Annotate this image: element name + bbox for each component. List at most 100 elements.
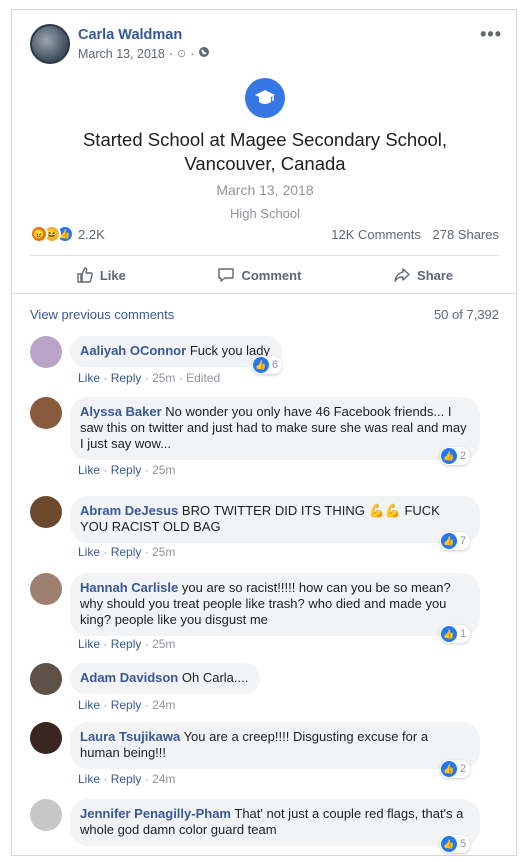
avatar[interactable]	[30, 799, 62, 831]
comment-time[interactable]: 25m	[152, 463, 175, 477]
comment-like-badge[interactable]: 👍 7	[440, 532, 471, 550]
comment-author[interactable]: Jennifer Penagilly-Pham	[80, 806, 231, 821]
comment-like-link[interactable]: Like	[78, 371, 100, 385]
like-reaction-icon: 👍	[441, 836, 457, 852]
avatar[interactable]	[30, 722, 62, 754]
separator: ·	[144, 772, 149, 786]
comment-like-badge[interactable]: 👍 6	[252, 356, 283, 374]
separator: ·	[144, 545, 149, 559]
avatar[interactable]	[30, 496, 62, 528]
comment-reply-link[interactable]: Reply	[111, 772, 142, 786]
separator: ·	[144, 463, 149, 477]
comment-reply-link[interactable]: Reply	[111, 698, 142, 712]
comment-reply-link[interactable]: Reply	[111, 463, 142, 477]
comment-author[interactable]: Laura Tsujikawa	[80, 729, 180, 744]
like-reaction-icon: 👍	[441, 533, 457, 549]
comment-time[interactable]: 24m	[152, 772, 175, 786]
meta-separator: ·	[168, 46, 174, 61]
avatar[interactable]	[30, 336, 62, 368]
like-reaction-icon: 👍	[441, 626, 457, 642]
comment-bubble: Hannah Carlisle you are so racist!!!!! h…	[70, 573, 480, 636]
avatar[interactable]	[30, 663, 62, 695]
like-button[interactable]: Like	[76, 266, 126, 284]
comment-time[interactable]: 25m	[152, 371, 175, 385]
life-event-title: Started School at Magee Secondary School…	[12, 128, 516, 176]
comment-author[interactable]: Alyssa Baker	[80, 404, 162, 419]
separator: ·	[103, 463, 108, 477]
comment-like-link[interactable]: Like	[78, 545, 100, 559]
poster-name[interactable]: Carla Waldman	[78, 27, 210, 43]
shares-count[interactable]: 278 Shares	[433, 227, 500, 242]
avatar[interactable]	[30, 573, 62, 605]
separator: ·	[103, 772, 108, 786]
comment-author[interactable]: Abram DeJesus	[80, 503, 178, 518]
comment-text: Oh Carla....	[181, 670, 249, 685]
comment-time[interactable]: 24m	[152, 698, 175, 712]
globe-icon[interactable]	[198, 46, 210, 61]
comments-count[interactable]: 12K Comments	[331, 227, 421, 242]
more-options-button[interactable]: •••	[480, 24, 502, 45]
comment-like-count: 2	[460, 763, 467, 775]
comment-like-count: 6	[272, 359, 279, 371]
like-reaction-icon: 👍	[441, 448, 457, 464]
life-event: Started School at Magee Secondary School…	[12, 78, 516, 221]
divider	[30, 255, 499, 256]
poster-avatar[interactable]	[30, 24, 70, 64]
comment-like-link[interactable]: Like	[78, 698, 100, 712]
comment-reply-link[interactable]: Reply	[111, 637, 142, 651]
comment-like-badge[interactable]: 👍 5	[440, 835, 471, 853]
reactions-summary[interactable]: 😠 😆 👍 2.2K	[30, 225, 105, 243]
post-card: Carla Waldman March 13, 2018 · ⊙ · ••• S…	[11, 9, 517, 856]
comment-edited-label[interactable]: Edited	[186, 371, 220, 385]
comment-actions: Like · Reply · 25m	[78, 463, 175, 477]
comment-like-link[interactable]: Like	[78, 772, 100, 786]
comment-like-count: 2	[460, 450, 467, 462]
comment-bubble: Laura Tsujikawa You are a creep!!!! Disg…	[70, 722, 480, 769]
comment-like-count: 1	[460, 628, 467, 640]
comment-author[interactable]: Adam Davidson	[80, 670, 178, 685]
comment-like-badge[interactable]: 👍 1	[440, 625, 471, 643]
share-icon	[394, 268, 410, 282]
separator: ·	[103, 371, 108, 385]
comment-bubble: Jennifer Penagilly-Pham That' not just a…	[70, 799, 480, 846]
comment-author[interactable]: Aaliyah OConnor	[80, 343, 186, 358]
separator: ·	[103, 545, 108, 559]
comment-time[interactable]: 25m	[152, 545, 175, 559]
comment-bubble: Alyssa Baker No wonder you only have 46 …	[70, 397, 480, 460]
like-reaction-icon: 👍	[441, 761, 457, 777]
separator: ·	[103, 637, 108, 651]
post-date[interactable]: March 13, 2018	[78, 47, 165, 61]
comment-like-link[interactable]: Like	[78, 637, 100, 651]
reaction-count[interactable]: 2.2K	[78, 227, 105, 242]
comment-bubble: Aaliyah OConnor Fuck you lady	[70, 336, 283, 367]
separator: ·	[144, 637, 149, 651]
comment-author[interactable]: Hannah Carlisle	[80, 580, 178, 595]
life-event-subtitle: High School	[229, 206, 301, 221]
comment-button[interactable]: Comment	[217, 266, 301, 284]
life-event-date: March 13, 2018	[216, 182, 314, 198]
separator: ·	[103, 698, 108, 712]
comment-actions: Like · Reply · 24m	[78, 698, 175, 712]
share-button[interactable]: Share	[393, 266, 453, 284]
comment-bubble: Adam Davidson Oh Carla....	[70, 663, 261, 694]
share-label: Share	[417, 267, 454, 283]
comment-time[interactable]: 25m	[152, 637, 175, 651]
comments-section: View previous comments 50 of 7,392 Aaliy…	[12, 293, 516, 855]
comment-actions: Like · Reply · 25m	[78, 545, 175, 559]
comment-reply-link[interactable]: Reply	[111, 371, 142, 385]
comment-icon	[218, 268, 235, 282]
engagement-counts: 12K Comments 278 Shares	[331, 227, 499, 242]
like-label: Like	[99, 267, 126, 283]
avatar[interactable]	[30, 397, 62, 429]
comment-like-count: 7	[460, 535, 467, 547]
separator: ·	[144, 698, 149, 712]
comment-reply-link[interactable]: Reply	[111, 545, 142, 559]
post-meta: March 13, 2018 · ⊙ ·	[78, 46, 210, 61]
separator: ·	[144, 371, 149, 385]
comment-like-badge[interactable]: 👍 2	[440, 760, 471, 778]
meta-separator-2: ·	[190, 46, 195, 61]
comment-like-badge[interactable]: 👍 2	[440, 447, 471, 465]
comment-like-link[interactable]: Like	[78, 463, 100, 477]
separator: ·	[178, 371, 183, 385]
view-previous-comments-link[interactable]: View previous comments	[30, 307, 174, 322]
